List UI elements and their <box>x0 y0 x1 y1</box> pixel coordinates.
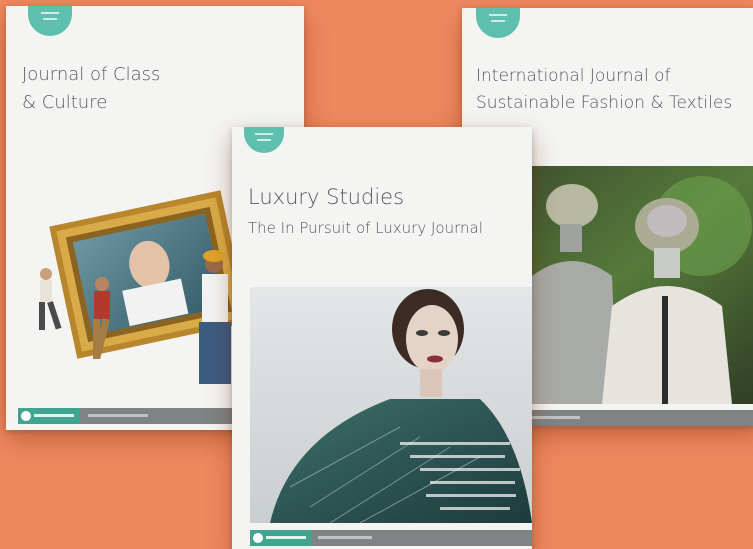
issue-badge <box>244 127 284 153</box>
cover-title-line2: Sustainable Fashion & Textiles <box>476 93 733 113</box>
cover-title-line1: Journal of Class <box>22 64 161 85</box>
journal-covers-scene: Journal of Class & Culture International… <box>0 0 753 549</box>
publisher-logo <box>250 530 312 546</box>
cover-title-line2: The In Pursuit of Luxury Journal <box>248 219 483 237</box>
publisher-logo <box>18 408 80 424</box>
cover-title-line2: & Culture <box>22 92 108 113</box>
issue-badge <box>476 8 520 38</box>
cover-title-line1: Luxury Studies <box>248 185 405 209</box>
cover-title-line1: International Journal of <box>476 66 671 86</box>
issue-badge <box>28 6 72 36</box>
cover-photo-model <box>250 287 532 523</box>
cover-luxury-studies: Luxury Studies The In Pursuit of Luxury … <box>232 127 532 549</box>
